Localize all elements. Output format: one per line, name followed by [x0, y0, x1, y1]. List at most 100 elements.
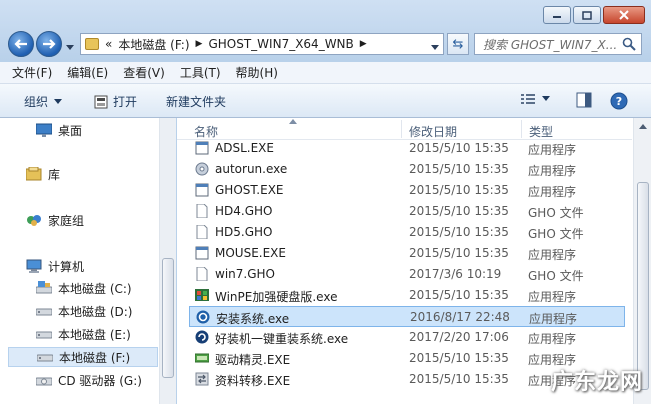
file-type: 应用程序 [528, 248, 577, 262]
file-type: 应用程序 [528, 332, 577, 346]
file-row[interactable]: WinPE加强硬盘版.exe 2015/5/10 15:35 应用程序 [189, 285, 625, 306]
file-list-scrollbar[interactable] [633, 118, 651, 404]
close-icon [619, 10, 629, 20]
chevron-down-icon [542, 96, 550, 101]
app-icon [195, 246, 209, 260]
computer-icon [26, 259, 42, 273]
nav-item-libraries[interactable]: 库 [26, 164, 60, 184]
preview-pane-button[interactable] [576, 92, 592, 108]
nav-item-computer[interactable]: 计算机 [26, 256, 84, 276]
nav-item-drive-g[interactable]: CD 驱动器 (G:) [36, 370, 142, 390]
menu-help[interactable]: 帮助(H) [236, 64, 278, 81]
column-divider[interactable] [401, 120, 402, 138]
view-options-button[interactable] [520, 92, 550, 106]
file-icon [196, 267, 208, 281]
nav-item-label: 家庭组 [48, 213, 85, 228]
nav-item-label: CD 驱动器 (G:) [58, 373, 142, 388]
nav-item-label: 本地磁盘 (D:) [58, 304, 133, 319]
file-name: HD4.GHO [215, 204, 273, 218]
caption-buttons [543, 6, 645, 24]
file-name: win7.GHO [215, 267, 275, 281]
scrollbar-thumb[interactable] [162, 258, 174, 378]
file-list: 名称 修改日期 类型 ADSL.EXE 2015/5/10 15:35 应用程序… [177, 118, 651, 404]
folder-icon [85, 38, 99, 50]
nav-item-label: 本地磁盘 (E:) [58, 327, 131, 342]
menu-file[interactable]: 文件(F) [12, 64, 52, 81]
recent-pages-dropdown[interactable] [66, 40, 74, 54]
maximize-button[interactable] [573, 6, 601, 24]
file-name: MOUSE.EXE [215, 246, 286, 260]
file-date: 2015/5/10 15:35 [409, 204, 509, 218]
column-divider[interactable] [521, 120, 522, 138]
refresh-button[interactable]: ⇆ [447, 33, 469, 55]
organize-button[interactable]: 组织 [24, 93, 63, 110]
search-box[interactable]: 搜索 GHOST_WIN7_X... [474, 33, 642, 55]
file-row[interactable]: win7.GHO 2017/3/6 10:19 GHO 文件 [189, 264, 625, 285]
menu-tools[interactable]: 工具(T) [180, 64, 221, 81]
file-row[interactable]: 好装机一键重装系统.exe 2017/2/20 17:06 应用程序 [189, 327, 625, 348]
watermark: 广东龙网 [550, 370, 643, 395]
file-date: 2017/3/6 10:19 [409, 267, 502, 281]
driver-icon [195, 353, 209, 363]
help-button[interactable]: ? [610, 92, 628, 110]
file-name: HD5.GHO [215, 225, 273, 239]
file-date: 2017/2/20 17:06 [409, 330, 509, 344]
organize-label: 组织 [24, 95, 49, 109]
file-row[interactable]: ADSL.EXE 2015/5/10 15:35 应用程序 [189, 138, 625, 159]
search-placeholder: 搜索 GHOST_WIN7_X... [483, 37, 618, 52]
file-date: 2015/5/10 15:35 [409, 183, 509, 197]
file-row[interactable]: HD5.GHO 2015/5/10 15:35 GHO 文件 [189, 222, 625, 243]
file-row[interactable]: autorun.exe 2015/5/10 15:35 应用程序 [189, 159, 625, 180]
back-button[interactable] [8, 31, 34, 57]
menu-view[interactable]: 查看(V) [123, 64, 165, 81]
breadcrumb-folder[interactable]: GHOST_WIN7_X64_WNB [208, 37, 353, 51]
menu-edit[interactable]: 编辑(E) [67, 64, 108, 81]
system-drive-icon [36, 281, 52, 294]
new-folder-label: 新建文件夹 [166, 95, 227, 109]
menu-bar: 文件(F) 编辑(E) 查看(V) 工具(T) 帮助(H) [0, 62, 651, 84]
new-folder-button[interactable]: 新建文件夹 [166, 93, 226, 110]
minimize-button[interactable] [543, 6, 571, 24]
file-date: 2015/5/10 15:35 [409, 351, 509, 365]
breadcrumb-drive[interactable]: 本地磁盘 (F:) [118, 36, 189, 53]
file-row-selected[interactable]: 安装系统.exe 2016/8/17 22:48 应用程序 [189, 306, 625, 327]
reinstall-icon [195, 330, 209, 344]
scrollbar-thumb[interactable] [637, 182, 649, 390]
breadcrumb-overflow[interactable]: « [105, 37, 112, 51]
forward-button[interactable] [36, 31, 62, 57]
view-list-icon [521, 94, 535, 104]
file-type: GHO 文件 [528, 269, 584, 283]
breadcrumb-separator-icon[interactable]: ▶ [196, 39, 203, 49]
file-date: 2015/5/10 15:35 [409, 162, 509, 176]
file-row[interactable]: MOUSE.EXE 2015/5/10 15:35 应用程序 [189, 243, 625, 264]
scroll-up-icon[interactable] [639, 124, 647, 129]
nav-item-drive-e[interactable]: 本地磁盘 (E:) [36, 324, 131, 344]
file-icon [196, 204, 208, 218]
search-icon[interactable] [622, 37, 636, 54]
chevron-down-icon [54, 98, 63, 104]
file-row[interactable]: HD4.GHO 2015/5/10 15:35 GHO 文件 [189, 201, 625, 222]
nav-item-label: 库 [48, 167, 61, 182]
help-icon: ? [610, 92, 628, 110]
file-name: 驱动精灵.EXE [215, 353, 291, 367]
file-row[interactable]: GHOST.EXE 2015/5/10 15:35 应用程序 [189, 180, 625, 201]
file-type: 应用程序 [529, 312, 578, 326]
breadcrumb-separator-icon[interactable]: ▶ [360, 39, 367, 49]
close-button[interactable] [603, 6, 645, 24]
address-history-dropdown[interactable] [431, 40, 439, 54]
nav-item-desktop[interactable]: 桌面 [36, 120, 82, 140]
file-name: autorun.exe [215, 162, 288, 176]
svg-text:?: ? [616, 95, 622, 108]
nav-item-drive-c[interactable]: 本地磁盘 (C:) [36, 278, 132, 298]
homegroup-icon [27, 215, 41, 226]
maximize-icon [582, 10, 592, 20]
navigation-scrollbar[interactable] [159, 118, 176, 404]
file-name: GHOST.EXE [215, 183, 284, 197]
address-bar[interactable]: « 本地磁盘 (F:) ▶ GHOST_WIN7_X64_WNB ▶ [80, 33, 444, 55]
nav-item-homegroup[interactable]: 家庭组 [26, 210, 84, 230]
nav-item-drive-d[interactable]: 本地磁盘 (D:) [36, 301, 132, 321]
preview-pane-icon [576, 92, 592, 108]
open-button[interactable]: 打开 [94, 93, 137, 110]
nav-item-drive-f[interactable]: 本地磁盘 (F:) [8, 347, 158, 367]
chevron-down-icon [66, 45, 74, 50]
